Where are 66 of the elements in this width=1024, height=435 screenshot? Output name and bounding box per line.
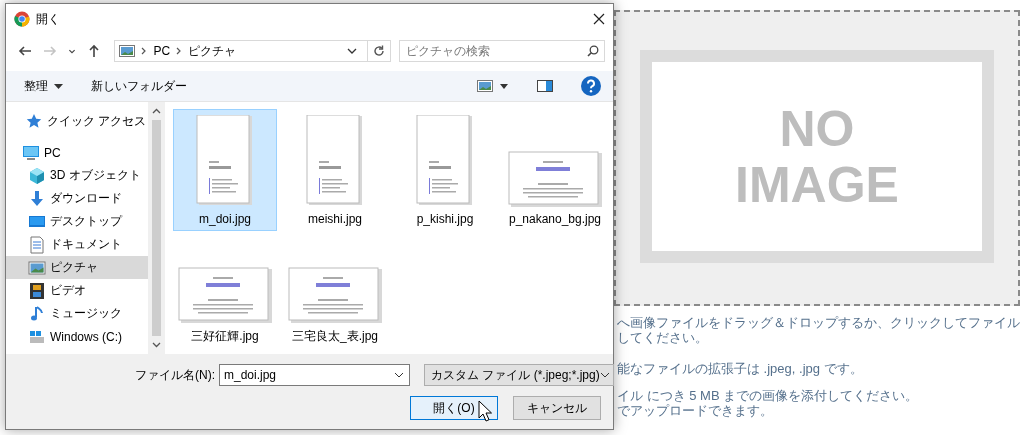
file-name: m_doi.jpg bbox=[199, 212, 251, 226]
new-folder-button[interactable]: 新しいフォルダー bbox=[91, 77, 187, 95]
pictures-icon bbox=[28, 258, 46, 277]
file-tile[interactable]: m_doi.jpg bbox=[173, 109, 277, 231]
nav-tree-item[interactable]: PC bbox=[6, 141, 148, 164]
video-icon bbox=[28, 281, 46, 300]
window-title: 開く bbox=[36, 10, 61, 28]
view-menu-icon[interactable] bbox=[477, 80, 509, 92]
document-icon bbox=[28, 235, 46, 254]
address-bar[interactable]: PC ピクチャ bbox=[114, 40, 391, 62]
file-name: p_kishi.jpg bbox=[416, 212, 474, 226]
scrollbar-thumb[interactable] bbox=[152, 120, 161, 336]
file-name: 三好征輝.jpg bbox=[191, 328, 259, 345]
chevron-down-icon[interactable] bbox=[347, 48, 357, 54]
nav-tree-item[interactable]: デスクトップ bbox=[6, 210, 148, 233]
file-tile[interactable]: p_nakano_bg.jpg bbox=[503, 145, 607, 231]
nav-tree-item[interactable]: ミュージック bbox=[6, 302, 148, 325]
filename-label: ファイル名(N): bbox=[135, 366, 215, 384]
help-icon[interactable] bbox=[581, 76, 601, 96]
search-icon[interactable] bbox=[587, 45, 599, 57]
nav-tree-item[interactable]: Windows (C:) bbox=[6, 325, 148, 348]
help-text: 能なファイルの拡張子は .jpeg, .jpg です。 bbox=[616, 361, 864, 376]
file-name: p_nakano_bg.jpg bbox=[508, 212, 602, 226]
file-name: meishi.jpg bbox=[308, 212, 362, 226]
pictures-icon bbox=[119, 45, 136, 57]
chevron-down-icon[interactable] bbox=[394, 372, 404, 378]
file-tile[interactable]: p_kishi.jpg bbox=[393, 109, 497, 231]
scrollbar[interactable] bbox=[148, 102, 165, 354]
help-text: イル につき 5 MB までの画像を添付してください。 bbox=[616, 388, 920, 403]
caret-icon[interactable] bbox=[54, 83, 63, 89]
file-type-dropdown[interactable]: カスタム ファイル (*.jpeg;*.jpg) bbox=[424, 364, 614, 386]
file-tile[interactable]: 三好征輝.jpg bbox=[173, 261, 277, 350]
breadcrumb[interactable]: PC bbox=[153, 44, 171, 58]
nav-tree-item[interactable]: ドキュメント bbox=[6, 233, 148, 256]
scroll-up-icon[interactable] bbox=[152, 108, 161, 114]
organize-menu[interactable]: 整理 bbox=[24, 77, 63, 95]
breadcrumb-separator-icon bbox=[141, 47, 148, 55]
nav-tree-item[interactable]: 3D オブジェクト bbox=[6, 164, 148, 187]
download-icon bbox=[28, 189, 46, 208]
preview-pane-icon[interactable] bbox=[537, 80, 553, 92]
breadcrumb[interactable]: ピクチャ bbox=[188, 42, 237, 60]
search-field[interactable]: ピクチャの検索 bbox=[399, 40, 605, 62]
file-name: 三宅良太_表.jpg bbox=[292, 328, 378, 345]
filename-field[interactable]: m_doi.jpg bbox=[219, 364, 410, 386]
file-tile[interactable]: 三宅良太_表.jpg bbox=[283, 261, 387, 350]
pc-icon bbox=[22, 143, 40, 162]
placeholder-text: NO bbox=[779, 100, 855, 157]
music-icon bbox=[28, 304, 46, 323]
nav-tree-item[interactable]: クイック アクセス bbox=[6, 110, 148, 133]
scroll-down-icon[interactable] bbox=[152, 342, 161, 348]
help-text: してください。 bbox=[616, 330, 709, 345]
placeholder-text: IMAGE bbox=[735, 156, 899, 213]
chevron-down-icon[interactable] bbox=[599, 372, 610, 378]
nav-tree-item[interactable]: ダウンロード bbox=[6, 187, 148, 210]
chrome-logo-icon bbox=[14, 11, 30, 27]
open-button[interactable]: 開く(O) bbox=[410, 396, 498, 420]
cube-icon bbox=[28, 166, 46, 185]
help-text: へ画像ファイルをドラッグ＆ドロップするか、クリックしてファイル bbox=[616, 315, 1020, 330]
file-tile[interactable]: meishi.jpg bbox=[283, 109, 387, 231]
close-icon[interactable] bbox=[593, 13, 605, 25]
nav-tree-item[interactable]: ビデオ bbox=[6, 279, 148, 302]
nav-tree-item[interactable]: ピクチャ bbox=[6, 256, 148, 279]
help-text: でアップロードできます。 bbox=[616, 403, 774, 418]
mouse-cursor-icon bbox=[478, 400, 492, 422]
breadcrumb-separator-icon bbox=[176, 47, 183, 55]
cancel-button[interactable]: キャンセル bbox=[513, 396, 601, 420]
